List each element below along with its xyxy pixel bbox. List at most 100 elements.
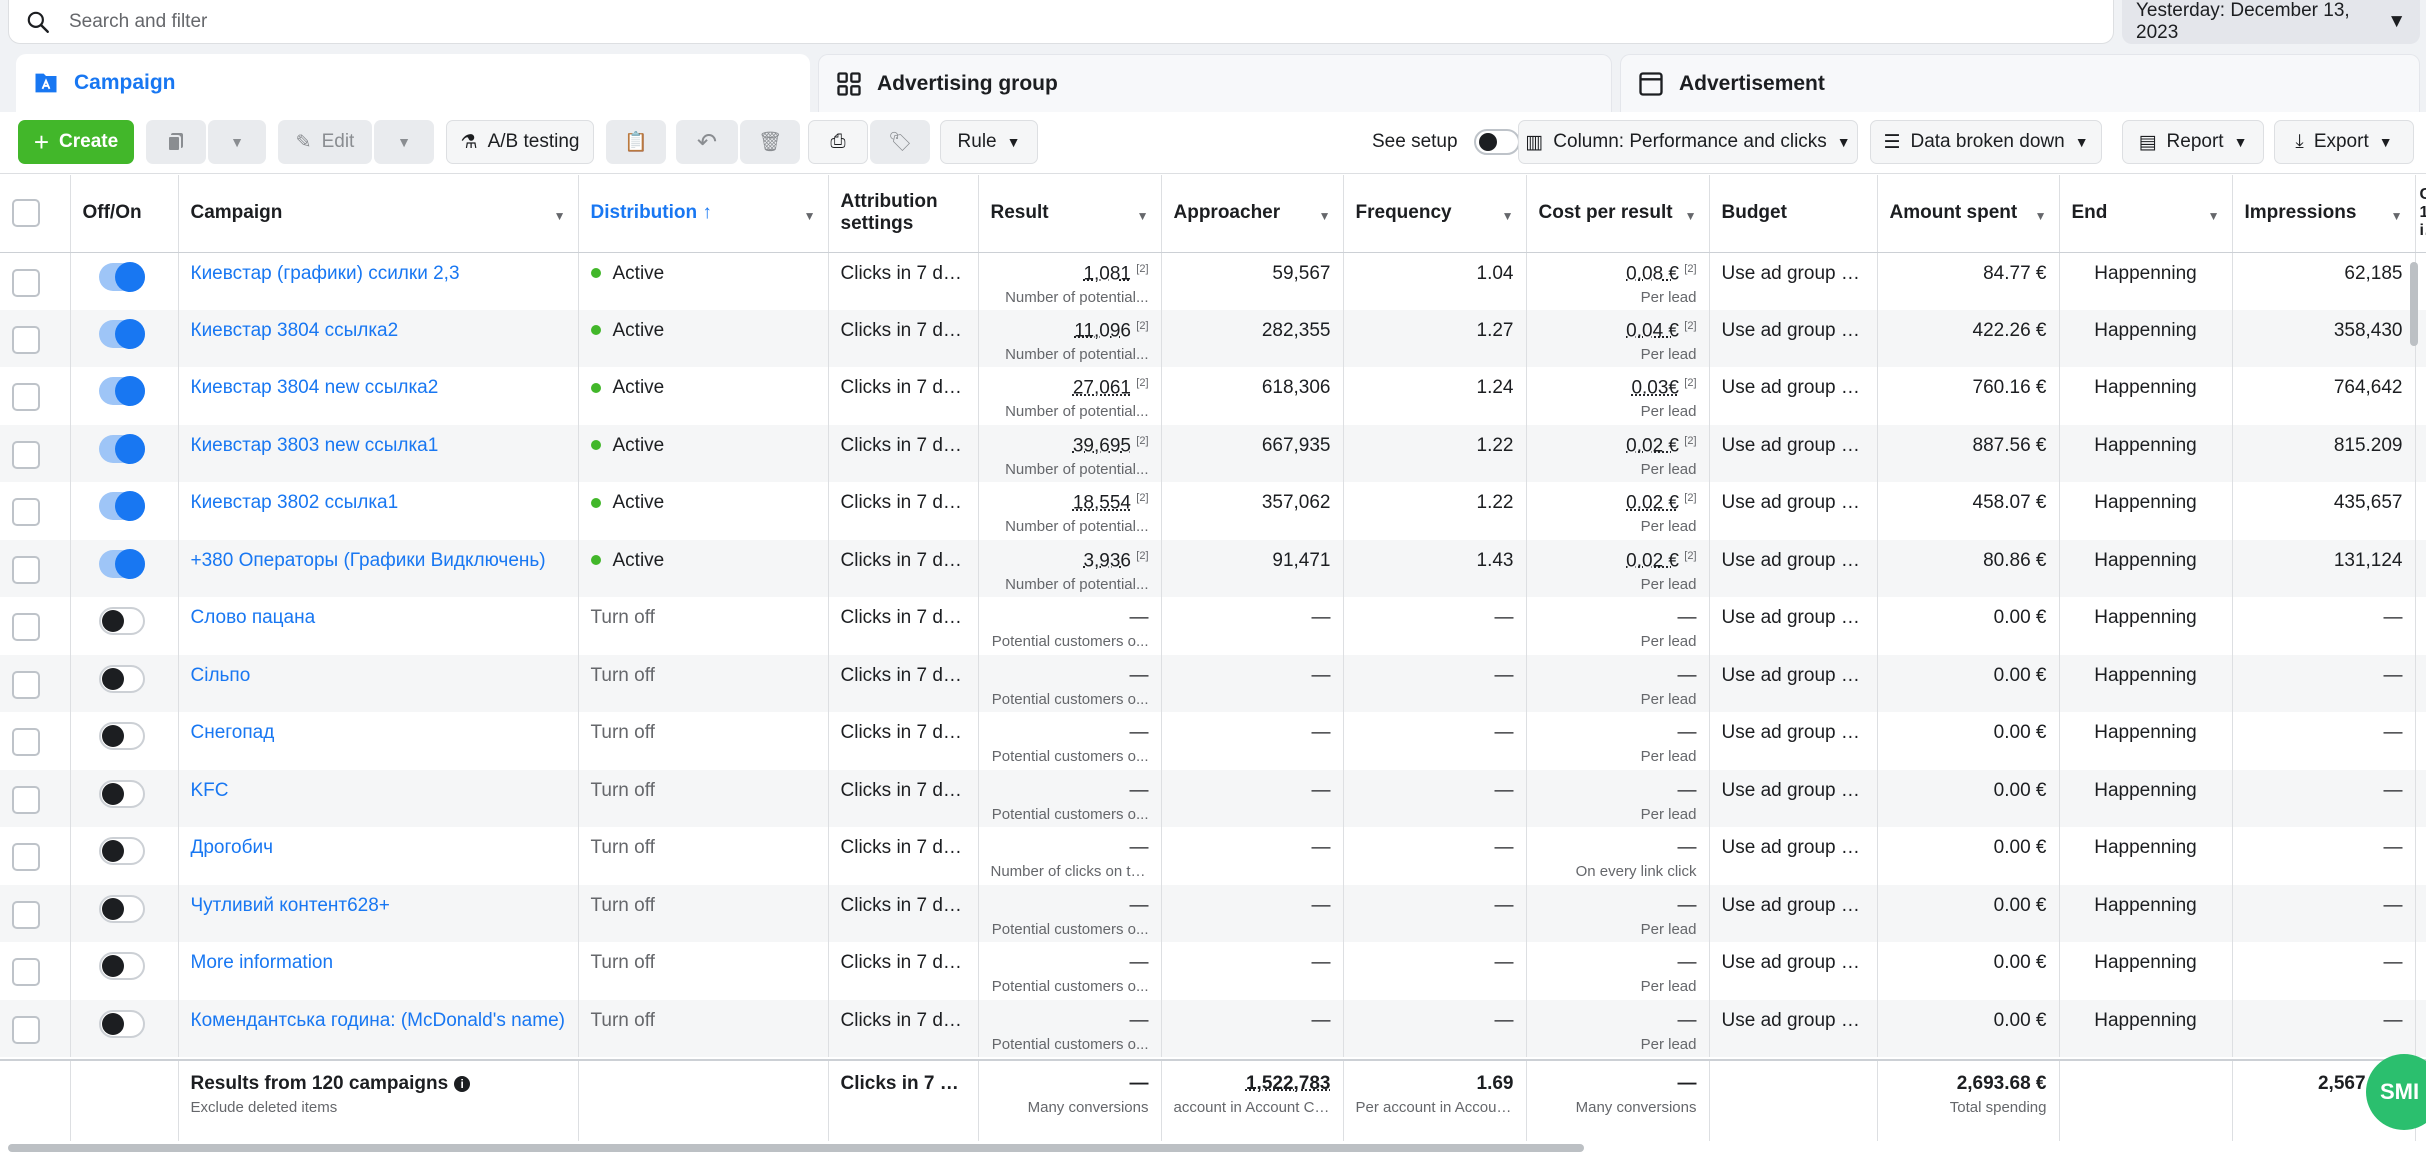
campaign-name-link[interactable]: Дрогобич — [191, 837, 273, 858]
duplicate-button[interactable] — [146, 120, 206, 164]
row-checkbox[interactable] — [12, 383, 40, 411]
column-header-campaign[interactable]: Campaign ▼ — [178, 175, 579, 253]
table-row[interactable]: Киевстар 3803 new ссылка1 Active Clicks … — [0, 424, 2426, 482]
report-button[interactable]: ▤ Report ▼ — [2122, 120, 2264, 164]
ab-testing-button[interactable]: ⚗ A/B testing — [446, 120, 594, 164]
campaign-toggle[interactable] — [98, 376, 145, 406]
campaign-name-link[interactable]: +380 Операторы (Графики Видключень) — [191, 550, 546, 571]
campaign-name-link[interactable]: Киевстар 3804 ссылка2 — [191, 320, 399, 341]
campaign-toggle[interactable] — [98, 548, 145, 579]
campaign-toggle[interactable] — [98, 894, 145, 923]
row-checkbox[interactable] — [12, 958, 40, 986]
table-row[interactable]: Снегопад Turn off Clicks in 7 day... — Po… — [0, 712, 2426, 770]
delete-button[interactable]: 🗑 — [740, 120, 800, 164]
column-header-impressions[interactable]: Impressions ▼ — [2232, 175, 2416, 253]
table-row[interactable]: More information Turn off Clicks in 7 da… — [0, 942, 2426, 1000]
columns-button[interactable]: ▥ Column: Performance and clicks ▼ — [1518, 120, 1858, 164]
campaign-name-link[interactable]: Киевстар 3804 new ссылка2 — [191, 377, 439, 398]
campaign-toggle[interactable] — [98, 664, 145, 693]
campaign-name-link[interactable]: Киевстар 3803 new ссылка1 — [191, 435, 439, 456]
table-row[interactable]: Киевстар (графики) ссилки 2,3 Active Cli… — [0, 252, 2426, 310]
info-icon[interactable]: i — [454, 1075, 471, 1092]
amount-spent-cell: 0.00 € — [1877, 597, 2060, 655]
campaign-name-link[interactable]: Снегопад — [191, 722, 275, 743]
distribution-cell: Turn off — [578, 942, 829, 1000]
campaign-toggle[interactable] — [98, 607, 145, 635]
preview-button[interactable]: ⎙ — [808, 120, 868, 164]
table-row[interactable]: Комендантська година: (McDonald's name) … — [0, 999, 2426, 1057]
campaign-name-link[interactable]: Комендантська година: (McDonald's name) — [191, 1010, 565, 1031]
clipboard-button[interactable]: 📋 — [606, 120, 666, 164]
column-header-cpm[interactable]: CPM 1,00 imp — [2415, 175, 2426, 253]
create-button[interactable]: + Create — [18, 120, 134, 164]
column-header-cost-per-result[interactable]: Cost per result ▼ — [1526, 175, 1710, 253]
campaign-name-link[interactable]: Чутливий контент628+ — [191, 895, 390, 916]
row-checkbox[interactable] — [12, 268, 40, 297]
campaign-toggle[interactable] — [98, 433, 145, 464]
horizontal-scrollbar[interactable] — [8, 1144, 1584, 1152]
column-header-frequency[interactable]: Frequency ▼ — [1343, 175, 1527, 253]
campaign-toggle[interactable] — [98, 261, 145, 292]
row-checkbox[interactable] — [12, 1015, 40, 1044]
search-input[interactable] — [69, 6, 1969, 37]
column-header-approacher[interactable]: Approacher ▼ — [1161, 175, 1344, 253]
undo-button[interactable]: ↶ — [676, 120, 738, 164]
column-header-budget[interactable]: Budget — [1709, 175, 1878, 253]
tab-campaign[interactable]: Campaign — [16, 54, 810, 112]
rule-button[interactable]: Rule ▼ — [940, 120, 1038, 164]
breakdown-button[interactable]: ☰ Data broken down ▼ — [1870, 120, 2102, 164]
campaign-name-link[interactable]: Киевстар (графики) ссилки 2,3 — [191, 263, 460, 284]
campaign-name-link[interactable]: Киевстар 3802 ссылка1 — [191, 492, 399, 513]
campaign-toggle[interactable] — [98, 779, 145, 808]
campaign-toggle[interactable] — [98, 837, 145, 865]
table-row[interactable]: Киевстар 3804 new ссылка2 Active Clicks … — [0, 367, 2426, 425]
export-button[interactable]: ⤓ Export ▼ — [2274, 120, 2414, 164]
row-checkbox[interactable] — [12, 670, 40, 699]
date-range-picker[interactable]: Yesterday: December 13, 2023 ▼ — [2122, 0, 2420, 44]
campaign-toggle[interactable] — [98, 722, 145, 750]
campaign-name-link[interactable]: KFC — [191, 780, 229, 801]
row-checkbox[interactable] — [12, 325, 40, 354]
table-row[interactable]: KFC Turn off Clicks in 7 day... — Potenti… — [0, 769, 2426, 827]
select-all-checkbox[interactable] — [12, 199, 40, 228]
row-checkbox[interactable] — [12, 440, 40, 469]
see-setup-toggle[interactable] — [1473, 129, 1520, 155]
table-row[interactable]: Сільпо Turn off Clicks in 7 day... — Pote… — [0, 654, 2426, 712]
campaign-toggle[interactable] — [98, 952, 145, 980]
campaign-toggle[interactable] — [98, 318, 145, 349]
table-row[interactable]: Киевстар 3802 ссылка1 Active Clicks in 7… — [0, 482, 2426, 540]
column-header-end[interactable]: End ▼ — [2059, 175, 2233, 253]
campaign-name-link[interactable]: More information — [191, 952, 334, 973]
edit-dropdown[interactable]: ▼ — [374, 120, 434, 164]
table-row[interactable]: Чутливий контент628+ Turn off Clicks in … — [0, 884, 2426, 942]
row-checkbox[interactable] — [12, 843, 40, 871]
column-header-attribution[interactable]: Attribution settings — [828, 175, 979, 253]
vertical-scrollbar[interactable] — [2410, 262, 2418, 346]
approacher-cell: — — [1161, 942, 1344, 1000]
table-row[interactable]: Киевстар 3804 ссылка2 Active Clicks in 7… — [0, 309, 2426, 367]
row-checkbox[interactable] — [12, 498, 40, 526]
duplicate-dropdown[interactable]: ▼ — [208, 120, 266, 164]
table-row[interactable]: Дрогобич Turn off Clicks in 7 day... — Nu… — [0, 827, 2426, 885]
tab-advertisement[interactable]: Advertisement — [1620, 54, 2420, 112]
row-checkbox[interactable] — [12, 728, 40, 756]
attribution-cell: Clicks in 7 day... — [828, 482, 979, 540]
search-box[interactable] — [8, 0, 2114, 44]
row-checkbox[interactable] — [12, 555, 40, 584]
edit-button[interactable]: ✎ Edit — [278, 120, 372, 164]
tag-button[interactable]: 🏷 — [870, 120, 930, 164]
row-checkbox[interactable] — [12, 900, 40, 929]
column-header-amount-spent[interactable]: Amount spent ▼ — [1877, 175, 2060, 253]
tab-advertising-group[interactable]: Advertising group — [818, 54, 1612, 112]
column-header-result[interactable]: Result ▼ — [978, 175, 1162, 253]
table-row[interactable]: Слово пацана Turn off Clicks in 7 day...… — [0, 597, 2426, 655]
campaign-toggle[interactable] — [98, 1009, 145, 1038]
campaign-toggle[interactable] — [98, 491, 145, 521]
campaign-name-link[interactable]: Сільпо — [191, 665, 251, 686]
row-checkbox[interactable] — [12, 613, 40, 641]
row-checkbox[interactable] — [12, 785, 40, 814]
column-header-distribution[interactable]: Distribution ↑ ▼ — [578, 175, 829, 253]
table-row[interactable]: +380 Операторы (Графики Видключень) Acti… — [0, 539, 2426, 597]
campaign-name-link[interactable]: Слово пацана — [191, 607, 316, 628]
column-header-off-on[interactable]: Off/On — [70, 175, 179, 253]
